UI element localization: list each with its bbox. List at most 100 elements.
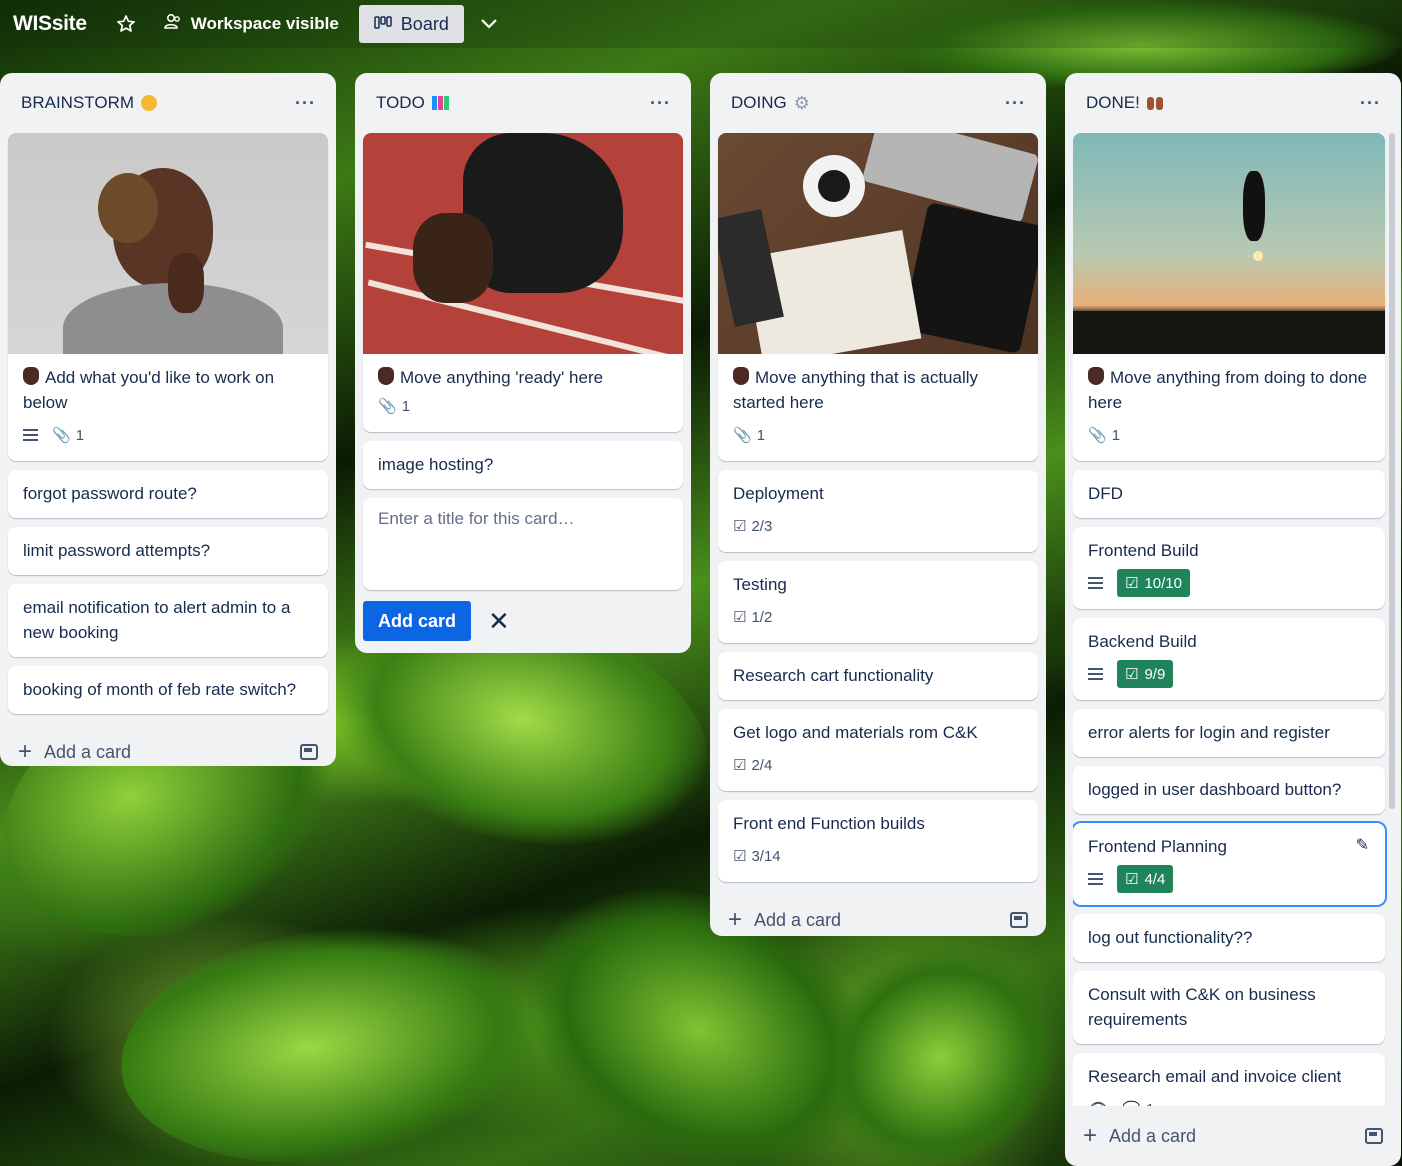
card-title: Move anything that is actually started h… — [733, 368, 979, 412]
list-card[interactable]: Get logo and materials rom C&K ☑ 2/4 — [718, 709, 1038, 791]
list-card[interactable]: email notification to alert admin to a n… — [8, 584, 328, 657]
checkbox-icon: ☑ — [1125, 666, 1139, 683]
card-template-icon[interactable] — [1365, 1128, 1383, 1144]
list-card[interactable]: Consult with C&K on business requirement… — [1073, 971, 1385, 1044]
board-view-button[interactable]: Board — [358, 5, 464, 43]
list-title[interactable]: DONE! — [1086, 93, 1163, 113]
card-title: forgot password route? — [23, 484, 197, 503]
add-card-row: + Add a card — [8, 723, 328, 781]
cover-card[interactable]: Move anything 'ready' here 📎 1 — [363, 133, 683, 432]
list-header: TODO ··· — [363, 73, 683, 133]
card-template-icon[interactable] — [1010, 912, 1028, 928]
list-card[interactable]: image hosting? — [363, 441, 683, 489]
star-icon[interactable] — [115, 13, 137, 35]
add-card-row: + Add a card — [718, 891, 1038, 949]
hand-emoji-icon — [1088, 367, 1104, 385]
cover-card[interactable]: Move anything from doing to done here 📎 1 — [1073, 133, 1385, 461]
list-card[interactable]: forgot password route? — [8, 470, 328, 518]
board-view-label: Board — [400, 13, 449, 34]
list-card[interactable]: log out functionality?? — [1073, 914, 1385, 962]
description-icon — [1088, 577, 1103, 589]
card-title: logged in user dashboard button? — [1088, 780, 1342, 799]
checklist-badge: ☑ 1/2 — [733, 608, 773, 627]
list-card[interactable]: Backend Build ☑ 9/9 — [1073, 618, 1385, 700]
checkbox-icon: ☑ — [1125, 575, 1139, 592]
list-card[interactable]: booking of month of feb rate switch? — [8, 666, 328, 714]
edit-pencil-icon[interactable]: ✎ — [1356, 835, 1369, 855]
card-title-input[interactable]: Enter a title for this card… — [363, 498, 683, 590]
checkbox-icon: ☑ — [1125, 871, 1139, 888]
list-card[interactable]: logged in user dashboard button? — [1073, 766, 1385, 814]
list-header: BRAINSTORM ··· — [8, 73, 328, 133]
workspace-visible-label: Workspace visible — [190, 14, 339, 33]
card-cover-image — [718, 133, 1038, 354]
books-emoji-icon — [431, 96, 449, 110]
cover-card[interactable]: Move anything that is actually started h… — [718, 133, 1038, 461]
paperclip-icon: 📎 — [378, 398, 397, 415]
card-title: Front end Function builds — [733, 814, 925, 833]
list-title[interactable]: BRAINSTORM — [21, 93, 158, 113]
plus-icon: + — [728, 906, 743, 933]
description-icon — [1088, 668, 1103, 680]
people-icon — [163, 13, 183, 36]
list-card[interactable]: error alerts for login and register — [1073, 709, 1385, 757]
cover-card[interactable]: Add what you'd like to work on below 📎 1 — [8, 133, 328, 461]
hand-emoji-icon — [378, 367, 394, 385]
add-card-button[interactable]: + Add a card — [18, 738, 131, 766]
raised-hands-emoji-icon — [1146, 96, 1163, 110]
add-card-submit-button[interactable]: Add card — [363, 601, 472, 641]
card-title: Frontend Build — [1088, 541, 1199, 560]
list-scrollbar[interactable] — [1389, 133, 1395, 809]
list-brainstorm: BRAINSTORM ··· Add what you'd like to wo… — [0, 73, 336, 766]
board-title[interactable]: WISsite — [13, 12, 87, 36]
card-title: Research cart functionality — [733, 666, 934, 685]
checkbox-icon: ☑ — [733, 848, 747, 865]
gear-emoji-icon: ⚙ — [793, 92, 810, 113]
card-title: Deployment — [733, 484, 824, 503]
card-title: email notification to alert admin to a n… — [23, 598, 291, 642]
add-card-button[interactable]: + Add a card — [728, 906, 841, 934]
card-template-icon[interactable] — [300, 744, 318, 760]
card-title: Add what you'd like to work on below — [23, 368, 275, 412]
card-cover-image — [1073, 133, 1385, 354]
thinking-emoji-icon — [141, 95, 158, 111]
list-title[interactable]: DOING ⚙ — [731, 93, 810, 114]
list-card[interactable]: Frontend Build ☑ 10/10 — [1073, 527, 1385, 609]
list-card[interactable]: Research cart functionality — [718, 652, 1038, 700]
checklist-badge: ☑ 3/14 — [733, 847, 781, 866]
list-menu-icon[interactable]: ··· — [1005, 93, 1026, 114]
list-header: DONE! ··· — [1073, 73, 1393, 133]
list-menu-icon[interactable]: ··· — [650, 93, 671, 114]
list-card[interactable]: Front end Function builds ☑ 3/14 — [718, 800, 1038, 882]
comment-icon: 💬 — [1122, 1100, 1141, 1106]
card-title: log out functionality?? — [1088, 928, 1253, 947]
list-done: DONE! ··· Move anything from doing to do… — [1065, 73, 1401, 1166]
list-card[interactable]: Testing ☑ 1/2 — [718, 561, 1038, 643]
workspace-visible-button[interactable]: Workspace visible — [163, 13, 339, 36]
card-title: image hosting? — [378, 455, 494, 474]
list-menu-icon[interactable]: ··· — [1360, 93, 1381, 114]
attachment-badge: 📎 1 — [378, 397, 411, 416]
list-card-focused[interactable]: ✎ Frontend Planning ☑ 4/4 — [1073, 823, 1385, 905]
list-cards-scroll[interactable]: Move anything from doing to done here 📎 1… — [1073, 133, 1393, 1106]
list-card[interactable]: Research email and invoice client 👁 💬1 — [1073, 1053, 1385, 1106]
description-icon — [23, 429, 38, 441]
list-header: DOING ⚙ ··· — [718, 73, 1038, 133]
card-title: DFD — [1088, 484, 1123, 503]
chevron-down-icon[interactable] — [480, 14, 498, 35]
hand-emoji-icon — [23, 367, 39, 385]
checkbox-icon: ☑ — [733, 518, 747, 535]
list-title[interactable]: TODO — [376, 93, 449, 113]
add-card-button[interactable]: + Add a card — [1083, 1122, 1196, 1150]
list-card[interactable]: DFD — [1073, 470, 1385, 518]
list-card[interactable]: Deployment ☑ 2/3 — [718, 470, 1038, 552]
comment-badge: 💬1 — [1122, 1100, 1154, 1107]
list-menu-icon[interactable]: ··· — [295, 93, 316, 114]
checklist-badge: ☑ 2/3 — [733, 517, 773, 536]
close-icon[interactable]: ✕ — [488, 606, 510, 637]
list-card[interactable]: limit password attempts? — [8, 527, 328, 575]
board-header: WISsite Workspace visible Board — [0, 0, 1402, 48]
checklist-complete-badge: ☑ 4/4 — [1117, 865, 1174, 893]
description-icon — [1088, 873, 1103, 885]
card-title: booking of month of feb rate switch? — [23, 680, 297, 699]
